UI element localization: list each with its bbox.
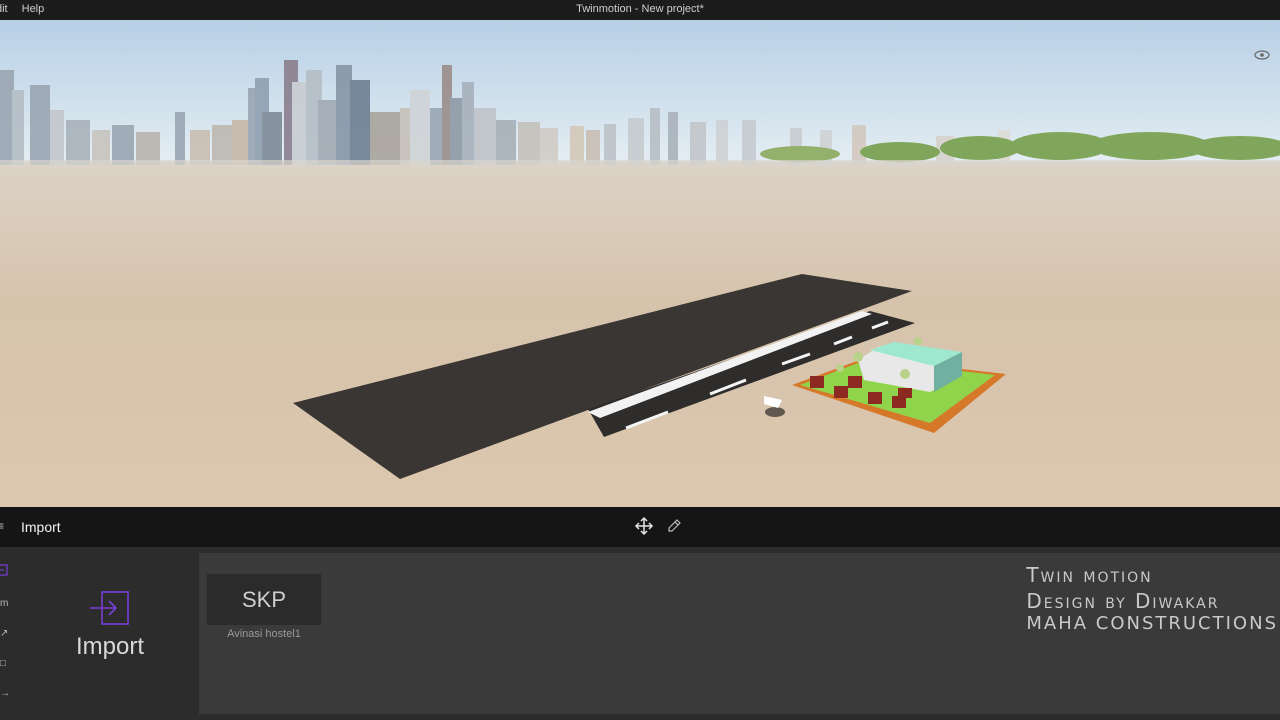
watermark-line-3: MAHA CONSTRUCTIONS — [1026, 613, 1278, 634]
media-tab-icon[interactable]: □ — [0, 658, 10, 669]
export-tab-icon[interactable]: → — [0, 688, 10, 699]
move-icon[interactable] — [634, 516, 654, 536]
file-type-label: SKP — [241, 586, 287, 612]
scene-render[interactable] — [0, 20, 1280, 507]
import-tab-icon[interactable] — [0, 564, 8, 576]
watermark-line-2: Design by Diwakar — [1026, 589, 1220, 613]
skp-file-card[interactable]: SKP — [207, 574, 321, 625]
scene-tab-icon[interactable]: m — [0, 598, 10, 609]
title-bar: dit Help Twinmotion - New project* — [0, 0, 1280, 20]
eye-icon[interactable] — [1254, 50, 1270, 60]
3d-viewport[interactable] — [0, 20, 1280, 507]
panel-title: Import — [21, 519, 61, 535]
edit-tab-icon[interactable]: ↗ — [0, 628, 10, 639]
menu-icon[interactable]: ≡ — [0, 519, 4, 533]
shadow-object — [765, 407, 785, 417]
import-icon — [90, 591, 129, 625]
watermark: Twin motion Design by Diwakar MAHA CONST… — [1026, 562, 1278, 634]
pen-icon[interactable] — [666, 518, 682, 534]
watermark-line-1: Twin motion — [1026, 563, 1153, 587]
import-label: Import — [75, 633, 144, 660]
window-title: Twinmotion - New project* — [576, 3, 704, 15]
import-button[interactable]: Import — [60, 590, 160, 661]
file-name: Avinasi hostel1 — [227, 628, 301, 640]
